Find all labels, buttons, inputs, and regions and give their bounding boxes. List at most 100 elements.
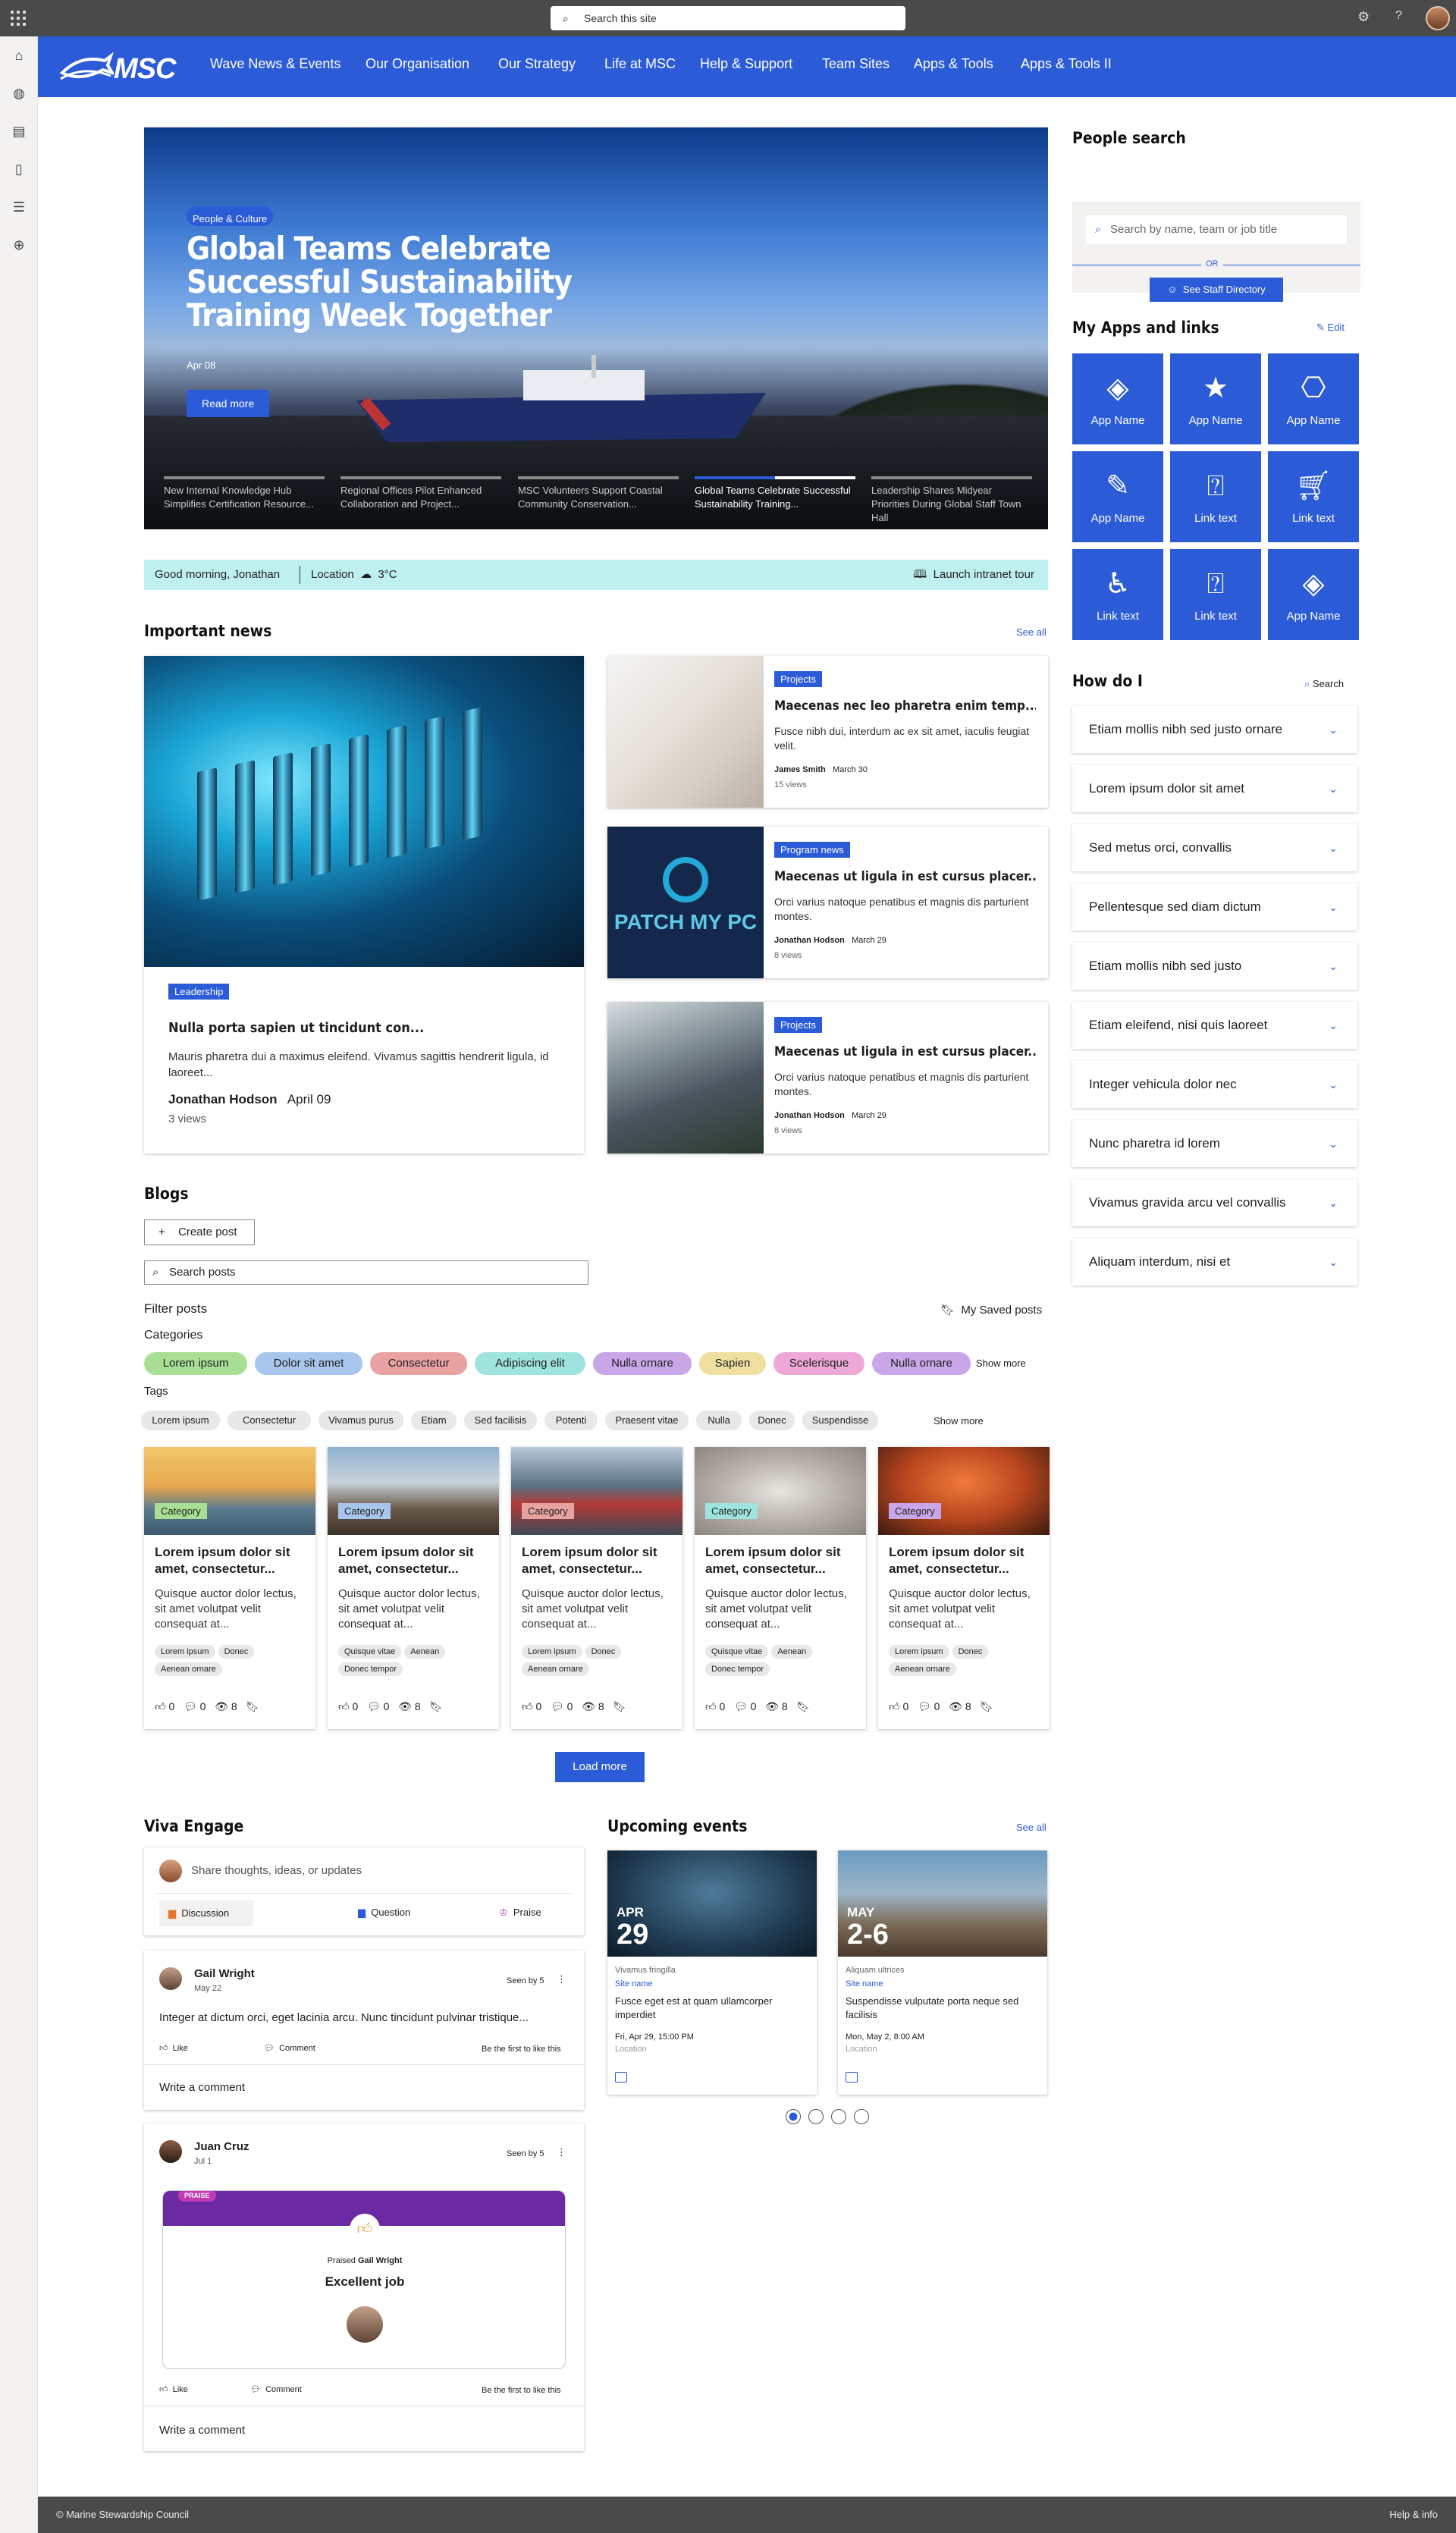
event-site[interactable]: Site name bbox=[846, 1979, 883, 1988]
blog-tag[interactable]: Aenean bbox=[771, 1645, 813, 1659]
featured-news-title[interactable]: Nulla porta sapien ut tincidunt con... bbox=[168, 1020, 424, 1036]
how-do-i-item[interactable]: Integer vehicula dolor nec ⌄ bbox=[1072, 1061, 1357, 1108]
seen-by[interactable]: Seen by 5 bbox=[507, 2149, 544, 2158]
comment-icon[interactable]: 💬︎ bbox=[367, 1700, 381, 1712]
like-icon[interactable]: 👍︎ bbox=[338, 1700, 350, 1712]
how-do-i-item[interactable]: Nunc pharetra id lorem ⌄ bbox=[1072, 1120, 1357, 1167]
gear-icon[interactable]: ⚙ bbox=[1357, 9, 1370, 25]
news-see-all-link[interactable]: See all bbox=[1016, 626, 1046, 638]
search-posts-input[interactable]: ⌕ Search posts bbox=[144, 1260, 588, 1285]
carousel-dot[interactable] bbox=[854, 2109, 869, 2124]
how-do-i-search[interactable]: ⌕ Search bbox=[1304, 678, 1344, 690]
blog-category[interactable]: Category bbox=[522, 1503, 574, 1519]
blog-card[interactable]: Category Lorem ipsum dolor sit amet, cons… bbox=[328, 1447, 499, 1729]
categories-show-more[interactable]: Show more bbox=[976, 1358, 1026, 1369]
how-do-i-item[interactable]: Aliquam interdum, nisi et ⌄ bbox=[1072, 1238, 1357, 1285]
featured-news-card[interactable]: Leadership Nulla porta sapien ut tincidu… bbox=[144, 656, 584, 1154]
app-tile[interactable]: ◈ App Name bbox=[1072, 353, 1163, 444]
comment-icon[interactable]: 💬︎ bbox=[184, 1700, 197, 1712]
saved-posts-link[interactable]: 🔖︎ My Saved posts bbox=[940, 1303, 1042, 1317]
like-icon[interactable]: 👍︎ bbox=[522, 1700, 533, 1712]
blog-tag[interactable]: Aenean ornare bbox=[889, 1662, 956, 1676]
tag-chip[interactable]: Praesent vitae bbox=[605, 1411, 689, 1430]
app-tile[interactable]: ✎ App Name bbox=[1072, 451, 1163, 542]
add-icon[interactable]: ⊕ bbox=[11, 237, 27, 253]
how-do-i-item[interactable]: Sed metus orci, convallis ⌄ bbox=[1072, 824, 1357, 871]
like-button[interactable]: 👍︎ Like bbox=[159, 2043, 188, 2053]
how-do-i-item[interactable]: Etiam eleifend, nisi quis laoreet ⌄ bbox=[1072, 1002, 1357, 1049]
app-tile[interactable]: ♿︎ Link text bbox=[1072, 549, 1163, 640]
bookmark-icon[interactable]: 🔖︎ bbox=[246, 1700, 259, 1712]
blog-tag[interactable]: Donec bbox=[585, 1645, 622, 1659]
event-title[interactable]: Fusce eget est at quam ullamcorper imper… bbox=[615, 1995, 805, 2022]
tag-chip[interactable]: Etiam bbox=[411, 1411, 457, 1430]
post-author[interactable]: Gail Wright bbox=[194, 1967, 255, 1980]
news-tag[interactable]: Projects bbox=[774, 1017, 822, 1033]
category-chip[interactable]: Dolor sit amet bbox=[255, 1352, 362, 1375]
waffle-icon[interactable] bbox=[11, 11, 26, 26]
tag-chip[interactable]: Vivamus purus bbox=[318, 1411, 403, 1430]
how-do-i-item[interactable]: Pellentesque sed diam dictum ⌄ bbox=[1072, 884, 1357, 931]
apps-edit-button[interactable]: ✎ Edit bbox=[1316, 322, 1345, 334]
category-chip[interactable]: Scelerisque bbox=[774, 1352, 864, 1375]
hero-carousel[interactable]: People & Culture Global Teams Celebrate … bbox=[144, 127, 1048, 529]
blog-tag[interactable]: Lorem ipsum bbox=[522, 1645, 582, 1659]
category-chip[interactable]: Lorem ipsum bbox=[144, 1352, 247, 1375]
category-chip[interactable]: Nulla ornare bbox=[872, 1352, 971, 1375]
add-to-calendar-icon[interactable] bbox=[846, 2072, 858, 2083]
how-do-i-item[interactable]: Lorem ipsum dolor sit amet ⌄ bbox=[1072, 765, 1357, 812]
more-icon[interactable]: ⋮ bbox=[557, 1973, 566, 1985]
write-comment-input[interactable]: Write a comment bbox=[159, 2424, 245, 2437]
bookmark-icon[interactable]: 🔖︎ bbox=[429, 1700, 443, 1712]
globe-icon[interactable]: ◍ bbox=[11, 85, 27, 102]
blog-tag[interactable]: Donec bbox=[218, 1645, 255, 1659]
event-site[interactable]: Site name bbox=[615, 1979, 653, 1988]
like-icon[interactable]: 👍︎ bbox=[155, 1700, 166, 1712]
bookmark-icon[interactable]: 🔖︎ bbox=[613, 1700, 626, 1712]
news-card[interactable]: Projects Maecenas ut ligula in est cursu… bbox=[607, 1002, 1048, 1154]
how-do-i-item[interactable]: Etiam mollis nibh sed justo ⌄ bbox=[1072, 943, 1357, 990]
hero-thumb[interactable]: MSC Volunteers Support Coastal Community… bbox=[518, 476, 679, 511]
blog-card[interactable]: Category Lorem ipsum dolor sit amet, cons… bbox=[695, 1447, 866, 1729]
category-chip[interactable]: Consectetur bbox=[370, 1352, 467, 1375]
discussion-button[interactable]: ▆ Discussion bbox=[159, 1901, 253, 1926]
events-see-all-link[interactable]: See all bbox=[1016, 1822, 1046, 1833]
carousel-dot[interactable] bbox=[808, 2109, 824, 2124]
nav-apps-tools[interactable]: Apps & Tools bbox=[914, 56, 993, 72]
staff-directory-button[interactable]: ☺ See Staff Directory bbox=[1150, 278, 1283, 302]
hero-thumb[interactable]: Regional Offices Pilot Enhanced Collabor… bbox=[340, 476, 501, 511]
blog-title[interactable]: Lorem ipsum dolor sit amet, consectetur.… bbox=[889, 1544, 1040, 1577]
nav-wave-news[interactable]: Wave News & Events bbox=[210, 56, 340, 72]
blog-title[interactable]: Lorem ipsum dolor sit amet, consectetur.… bbox=[155, 1544, 306, 1577]
like-button[interactable]: 👍︎ Like bbox=[159, 2384, 188, 2394]
app-tile[interactable]: ◈ App Name bbox=[1268, 549, 1359, 640]
tag-chip[interactable]: Nulla bbox=[696, 1411, 742, 1430]
tag-chip[interactable]: Lorem ipsum bbox=[141, 1411, 220, 1430]
app-tile[interactable]: ⍰ Link text bbox=[1170, 451, 1261, 542]
event-card[interactable]: APR 29 Vivamus fringilla Site name Fusce… bbox=[607, 1850, 817, 2095]
nav-life-at-msc[interactable]: Life at MSC bbox=[604, 56, 676, 72]
nav-our-strategy[interactable]: Our Strategy bbox=[498, 56, 576, 72]
user-avatar[interactable] bbox=[1426, 6, 1450, 30]
nav-our-organisation[interactable]: Our Organisation bbox=[366, 56, 469, 72]
seen-by[interactable]: Seen by 5 bbox=[507, 1976, 544, 1985]
hero-title[interactable]: Global Teams Celebrate Successful Sustai… bbox=[187, 232, 581, 332]
tag-chip[interactable]: Donec bbox=[749, 1411, 795, 1430]
site-search-input[interactable]: ⌕ Search this site bbox=[551, 6, 905, 30]
blog-card[interactable]: Category Lorem ipsum dolor sit amet, cons… bbox=[511, 1447, 682, 1729]
news-title[interactable]: Maecenas ut ligula in est cursus placer.… bbox=[774, 1044, 1036, 1059]
bookmark-icon[interactable]: 🔖︎ bbox=[796, 1700, 810, 1712]
blog-tag[interactable]: Aenean bbox=[404, 1645, 446, 1659]
launch-tour-link[interactable]: 🕮 Launch intranet tour bbox=[914, 560, 1034, 590]
tag-chip[interactable]: Potenti bbox=[544, 1411, 598, 1430]
news-icon[interactable]: ▤ bbox=[11, 123, 27, 140]
like-icon[interactable]: 👍︎ bbox=[705, 1700, 717, 1712]
question-button[interactable]: ▆ Question bbox=[358, 1907, 410, 1919]
news-title[interactable]: Maecenas nec leo pharetra enim temp... bbox=[774, 698, 1036, 714]
help-info-link[interactable]: Help & info bbox=[1389, 2497, 1438, 2533]
tag-chip[interactable]: Suspendisse bbox=[802, 1411, 878, 1430]
add-to-calendar-icon[interactable] bbox=[615, 2072, 627, 2083]
more-icon[interactable]: ⋮ bbox=[557, 2146, 566, 2158]
tag-chip[interactable]: Consectetur bbox=[228, 1411, 311, 1430]
category-chip[interactable]: Adipiscing elit bbox=[475, 1352, 585, 1375]
